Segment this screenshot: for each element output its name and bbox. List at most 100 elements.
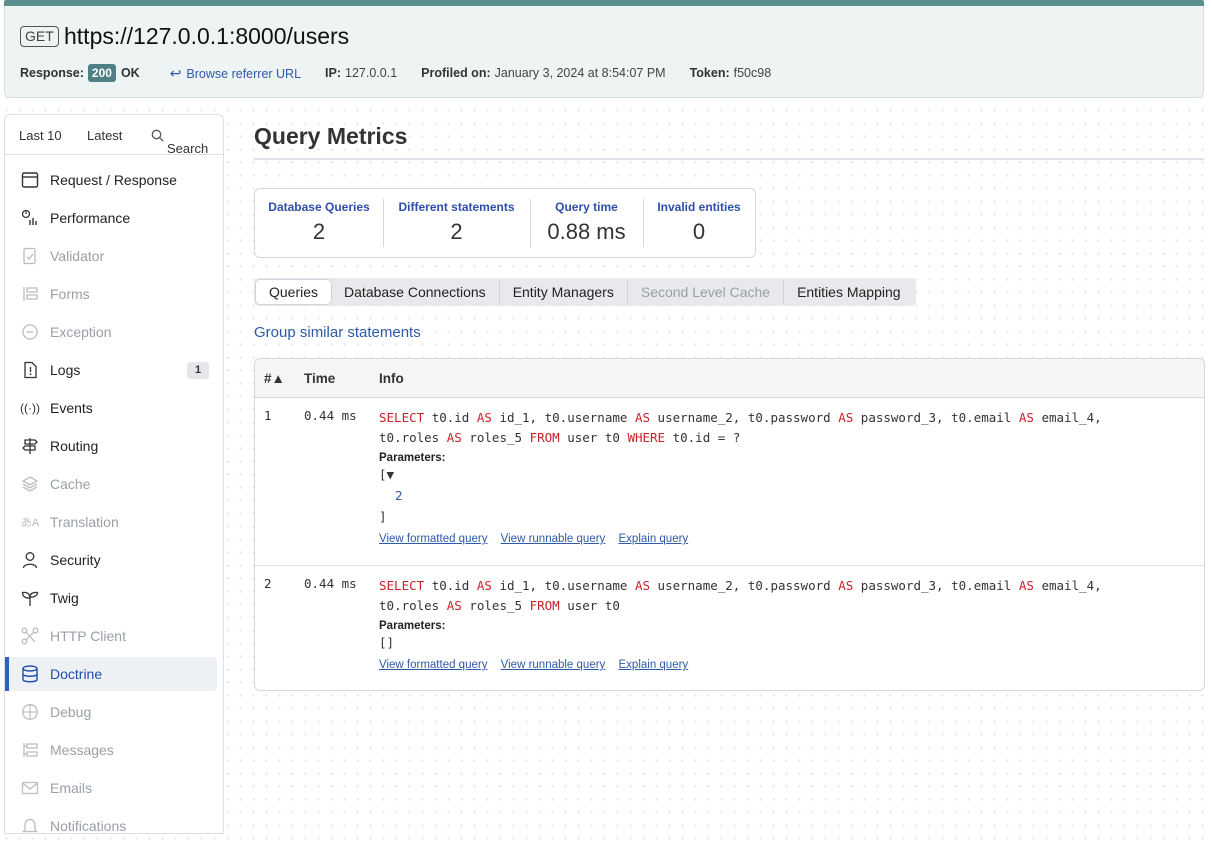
metric-query-time: Query time 0.88 ms bbox=[530, 189, 643, 257]
sidebar-item-label: Debug bbox=[50, 704, 92, 720]
request-url[interactable]: https://127.0.0.1:8000/users bbox=[64, 23, 349, 50]
sidebar-item-label: Logs bbox=[50, 362, 81, 378]
column-info: Info bbox=[379, 371, 404, 386]
sidebar-item-emails[interactable]: Emails bbox=[5, 771, 217, 805]
cache-icon bbox=[20, 474, 40, 494]
tab-queries[interactable]: Queries bbox=[256, 280, 332, 304]
sidebar-item-logs[interactable]: Logs 1 bbox=[5, 353, 217, 387]
ip-label: IP: bbox=[325, 66, 342, 80]
sidebar-item-validator[interactable]: Validator bbox=[5, 239, 217, 273]
tab-entity-managers[interactable]: Entity Managers bbox=[500, 280, 628, 304]
sidebar-item-label: Exception bbox=[50, 324, 112, 340]
tab-last-10[interactable]: Last 10 bbox=[19, 128, 62, 143]
tab-database-connections[interactable]: Database Connections bbox=[331, 280, 500, 304]
request-meta: Response: 200 OK ↩ Browse referrer URL IP… bbox=[20, 64, 771, 82]
sql-keyword: AS bbox=[838, 578, 854, 593]
sidebar-item-http-client[interactable]: HTTP Client bbox=[5, 619, 217, 653]
logs-count-badge: 1 bbox=[187, 361, 209, 379]
security-icon bbox=[20, 550, 40, 570]
sidebar-item-notifications[interactable]: Notifications bbox=[5, 809, 217, 834]
query-time: 0.44 ms bbox=[304, 408, 357, 423]
title-divider bbox=[254, 158, 1204, 160]
debug-icon bbox=[20, 702, 40, 722]
query-number: 1 bbox=[264, 408, 272, 423]
sidebar-item-doctrine[interactable]: Doctrine bbox=[5, 657, 217, 691]
metric-invalid-entities: Invalid entities 0 bbox=[643, 189, 755, 257]
sidebar-item-label: Events bbox=[50, 400, 93, 416]
column-time: Time bbox=[304, 371, 336, 386]
sql-line: t0.roles AS roles_5 FROM user t0 bbox=[379, 598, 620, 613]
browse-referrer-link[interactable]: ↩ Browse referrer URL bbox=[170, 65, 301, 82]
tab-latest[interactable]: Latest bbox=[87, 128, 122, 143]
query-time: 0.44 ms bbox=[304, 576, 357, 591]
http-method-badge: GET bbox=[20, 26, 59, 47]
sidebar-item-routing[interactable]: Routing bbox=[5, 429, 217, 463]
token-value[interactable]: f50c98 bbox=[734, 66, 772, 80]
validator-icon bbox=[20, 246, 40, 266]
metric-database-queries: Database Queries 2 bbox=[255, 189, 383, 257]
metric-value: 2 bbox=[450, 219, 463, 244]
query-links: View formatted query View runnable query… bbox=[379, 659, 1179, 671]
sql-line: t0.roles AS roles_5 FROM user t0 WHERE t… bbox=[379, 430, 741, 445]
translation-icon: あA bbox=[20, 517, 40, 529]
tab-search[interactable]: Search bbox=[151, 128, 208, 156]
sidebar-item-performance[interactable]: Performance bbox=[5, 201, 217, 235]
sidebar-item-forms[interactable]: Forms bbox=[5, 277, 217, 311]
doctrine-tabs: Queries Database Connections Entity Mana… bbox=[254, 278, 916, 306]
metric-label: Different statements bbox=[398, 200, 515, 214]
sidebar-item-label: Notifications bbox=[50, 818, 127, 834]
sql-keyword: AS bbox=[476, 578, 492, 593]
sidebar-item-events[interactable]: ((·)) Events bbox=[5, 391, 217, 425]
profiled-value: January 3, 2024 at 8:54:07 PM bbox=[494, 66, 666, 80]
sidebar-item-label: Twig bbox=[50, 590, 79, 606]
query-info: SELECT t0.id AS id_1, t0.username AS use… bbox=[379, 408, 1179, 545]
metric-value: 0 bbox=[692, 219, 706, 244]
performance-icon bbox=[20, 208, 40, 228]
forms-icon bbox=[20, 284, 40, 304]
sql-line: SELECT t0.id AS id_1, t0.username AS use… bbox=[379, 578, 1102, 593]
sidebar-item-translation[interactable]: あA Translation bbox=[5, 505, 217, 539]
explain-query-link[interactable]: Explain query bbox=[619, 659, 689, 671]
explain-query-link[interactable]: Explain query bbox=[619, 533, 689, 545]
sidebar-item-exception[interactable]: Exception bbox=[5, 315, 217, 349]
sidebar-item-label: Cache bbox=[50, 476, 91, 492]
profiled-label: Profiled on: bbox=[421, 66, 491, 80]
http-client-icon bbox=[20, 626, 40, 646]
metric-label: Database Queries bbox=[268, 200, 370, 214]
column-number-sort[interactable]: #▲ bbox=[264, 371, 285, 386]
parameters-close: ] bbox=[379, 509, 387, 524]
sql-keyword: AS bbox=[446, 598, 462, 613]
sidebar-item-cache[interactable]: Cache bbox=[5, 467, 217, 501]
sidebar-item-label: Doctrine bbox=[50, 666, 103, 682]
sidebar-item-security[interactable]: Security bbox=[5, 543, 217, 577]
routing-icon bbox=[20, 436, 40, 456]
view-runnable-query-link[interactable]: View runnable query bbox=[501, 659, 606, 671]
exception-icon bbox=[20, 322, 40, 342]
view-formatted-query-link[interactable]: View formatted query bbox=[379, 533, 487, 545]
parameters-toggle[interactable]: [▼ bbox=[379, 465, 1179, 485]
sidebar-item-label: Security bbox=[50, 552, 101, 568]
sidebar-item-debug[interactable]: Debug bbox=[5, 695, 217, 729]
group-similar-statements-link[interactable]: Group similar statements bbox=[254, 324, 421, 341]
sidebar-item-messages[interactable]: Messages bbox=[5, 733, 217, 767]
metric-different-statements: Different statements 2 bbox=[383, 189, 530, 257]
sidebar-item-label: Routing bbox=[50, 438, 99, 454]
request-summary: GET https://127.0.0.1:8000/users Respons… bbox=[4, 6, 1204, 98]
sql-keyword: SELECT bbox=[379, 410, 425, 425]
tab-entities-mapping[interactable]: Entities Mapping bbox=[784, 280, 914, 304]
table-row: 2 0.44 ms SELECT t0.id AS id_1, t0.usern… bbox=[255, 566, 1204, 690]
sidebar-item-request-response[interactable]: Request / Response bbox=[5, 163, 217, 197]
view-runnable-query-link[interactable]: View runnable query bbox=[501, 533, 606, 545]
metric-value: 2 bbox=[312, 219, 326, 244]
response-label: Response: bbox=[20, 66, 84, 80]
view-formatted-query-link[interactable]: View formatted query bbox=[379, 659, 487, 671]
sidebar-item-label: HTTP Client bbox=[50, 628, 126, 644]
sql-keyword: AS bbox=[476, 410, 492, 425]
query-links: View formatted query View runnable query… bbox=[379, 533, 1179, 545]
sidebar-item-label: Messages bbox=[50, 742, 114, 758]
token-label: Token: bbox=[689, 66, 730, 80]
tab-second-level-cache[interactable]: Second Level Cache bbox=[628, 280, 785, 304]
emails-icon bbox=[20, 778, 40, 798]
sql-keyword: WHERE bbox=[627, 430, 666, 445]
sidebar-item-twig[interactable]: Twig bbox=[5, 581, 217, 615]
